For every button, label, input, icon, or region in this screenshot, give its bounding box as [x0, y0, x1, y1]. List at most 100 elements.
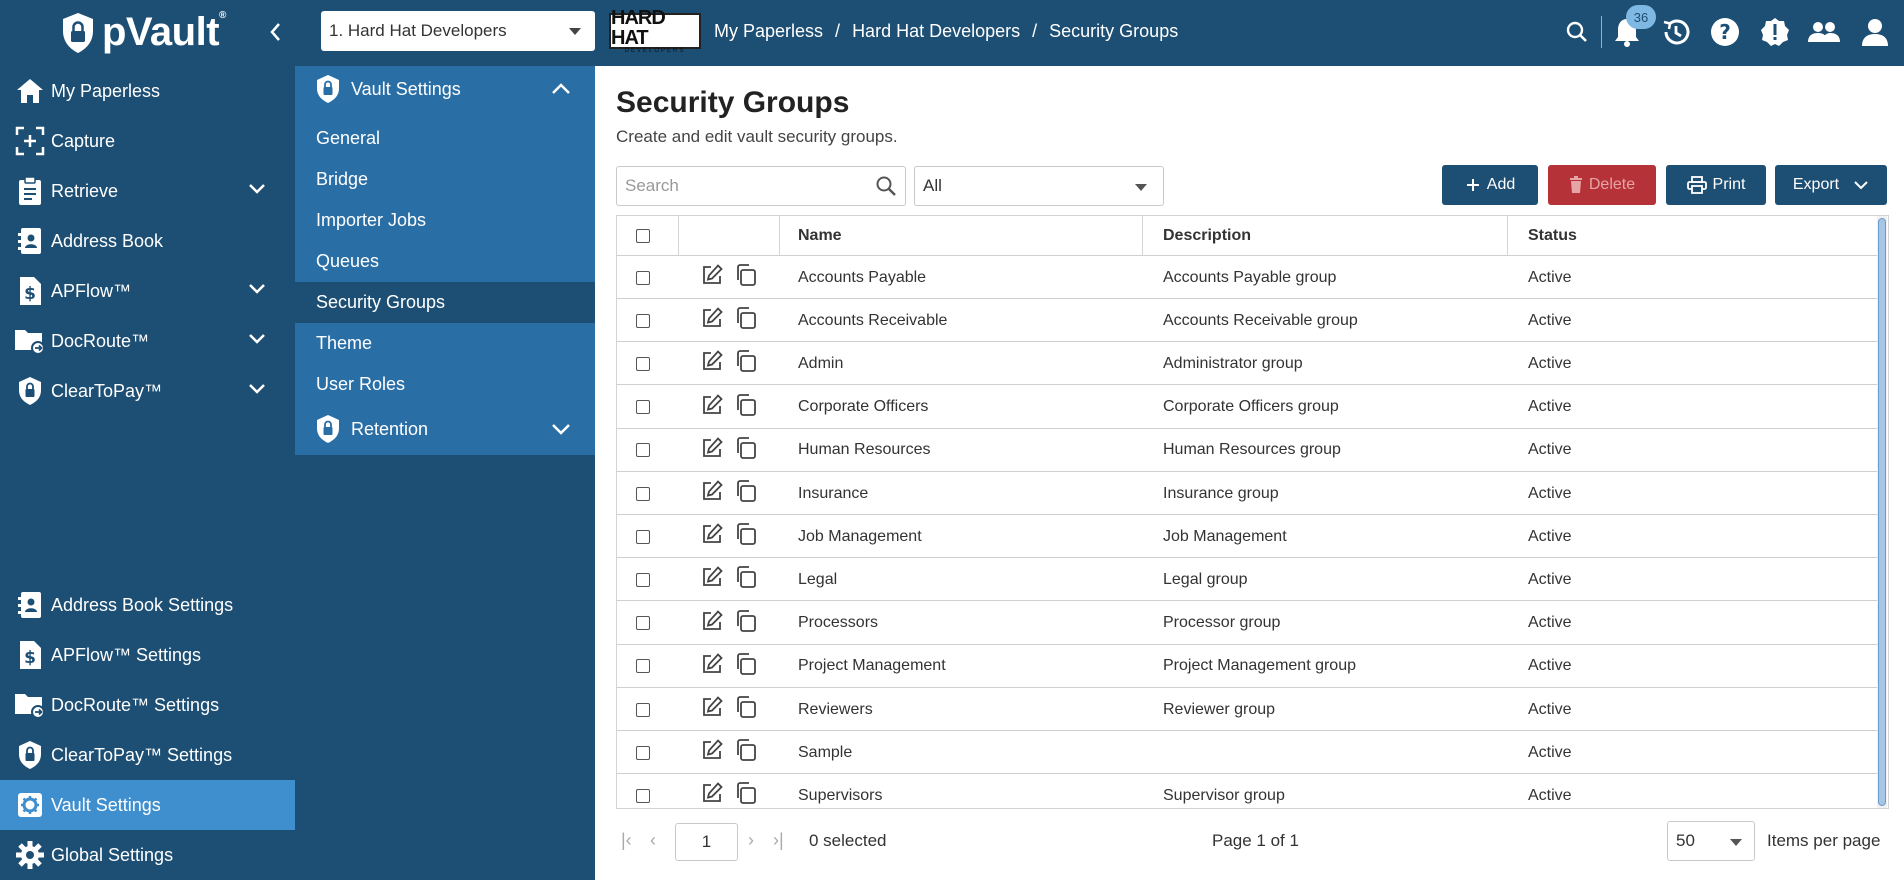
chevron-down-icon[interactable]: [551, 422, 571, 436]
sidebar-item-address-book-settings[interactable]: Address Book Settings: [0, 580, 295, 630]
history-button[interactable]: [1658, 14, 1694, 50]
subnav-item-user-roles[interactable]: User Roles: [295, 364, 595, 405]
subnav-item-general[interactable]: General: [295, 118, 595, 159]
table-row[interactable]: Supervisors Supervisor group Active: [617, 774, 1878, 808]
export-button[interactable]: Export: [1775, 165, 1887, 205]
edit-icon[interactable]: [700, 436, 724, 465]
first-page-icon[interactable]: |‹: [621, 830, 632, 851]
subnav-section-vault-settings[interactable]: Vault Settings: [295, 66, 595, 112]
chevron-up-icon[interactable]: [551, 82, 571, 96]
copy-icon[interactable]: [734, 393, 758, 422]
search-icon[interactable]: [875, 175, 897, 197]
collapse-sidebar-button[interactable]: [266, 20, 286, 44]
scrollbar-thumb[interactable]: [1878, 218, 1886, 806]
edit-icon[interactable]: [700, 479, 724, 508]
subnav-item-theme[interactable]: Theme: [295, 323, 595, 364]
users-button[interactable]: [1806, 14, 1842, 50]
table-row[interactable]: Insurance Insurance group Active: [617, 472, 1878, 515]
row-checkbox[interactable]: [636, 645, 650, 688]
row-checkbox[interactable]: [636, 602, 650, 645]
copy-icon[interactable]: [734, 652, 758, 681]
help-button[interactable]: ?: [1707, 14, 1743, 50]
vault-select[interactable]: 1. Hard Hat Developers: [321, 11, 595, 51]
row-checkbox[interactable]: [636, 342, 650, 385]
subnav-item-bridge[interactable]: Bridge: [295, 159, 595, 200]
column-header-status[interactable]: Status: [1528, 216, 1577, 256]
edit-icon[interactable]: [700, 652, 724, 681]
table-row[interactable]: Accounts Payable Accounts Payable group Ac…: [617, 256, 1878, 299]
edit-icon[interactable]: [700, 522, 724, 551]
chevron-down-icon[interactable]: [248, 333, 266, 345]
search-button[interactable]: [1559, 14, 1595, 50]
app-logo[interactable]: pVault®: [60, 10, 226, 55]
sidebar-item-global-settings[interactable]: Global Settings: [0, 830, 295, 880]
sidebar-item-apflow-settings[interactable]: $ APFlow™ Settings: [0, 630, 295, 680]
sidebar-item-docroute[interactable]: DocRoute™: [0, 316, 295, 366]
sidebar-item-capture[interactable]: Capture: [0, 116, 295, 166]
copy-icon[interactable]: [734, 436, 758, 465]
last-page-icon[interactable]: ›|: [773, 830, 784, 851]
table-scrollbar[interactable]: [1877, 216, 1887, 808]
subnav-item-importer-jobs[interactable]: Importer Jobs: [295, 200, 595, 241]
sidebar-item-cleartopay-settings[interactable]: ClearToPay™ Settings: [0, 730, 295, 780]
sidebar-item-vault-settings[interactable]: Vault Settings: [0, 780, 295, 830]
column-header-name[interactable]: Name: [798, 216, 842, 256]
table-row[interactable]: Legal Legal group Active: [617, 558, 1878, 602]
row-checkbox[interactable]: [636, 515, 650, 558]
column-header-description[interactable]: Description: [1163, 216, 1251, 256]
edit-icon[interactable]: [700, 393, 724, 422]
table-row[interactable]: Admin Administrator group Active: [617, 342, 1878, 386]
row-checkbox[interactable]: [636, 472, 650, 515]
sidebar-item-cleartopay[interactable]: ClearToPay™: [0, 366, 295, 416]
next-page-icon[interactable]: ›: [748, 830, 754, 851]
row-checkbox[interactable]: [636, 774, 650, 808]
edit-icon[interactable]: [700, 349, 724, 378]
table-row[interactable]: Sample Active: [617, 731, 1878, 775]
chevron-down-icon[interactable]: [248, 183, 266, 195]
alerts-button[interactable]: [1757, 14, 1793, 50]
table-row[interactable]: Corporate Officers Corporate Officers gro…: [617, 386, 1878, 429]
edit-icon[interactable]: [700, 781, 724, 808]
row-checkbox[interactable]: [636, 731, 650, 774]
sidebar-item-retrieve[interactable]: Retrieve: [0, 166, 295, 216]
copy-icon[interactable]: [734, 349, 758, 378]
previous-page-icon[interactable]: ‹: [650, 830, 656, 851]
page-size-select[interactable]: 50: [1667, 821, 1755, 861]
copy-icon[interactable]: [734, 695, 758, 724]
select-all-checkbox[interactable]: [636, 216, 650, 256]
copy-icon[interactable]: [734, 565, 758, 594]
sidebar-item-apflow[interactable]: $ APFlow™: [0, 266, 295, 316]
print-button[interactable]: Print: [1666, 165, 1766, 205]
copy-icon[interactable]: [734, 781, 758, 808]
breadcrumb-item[interactable]: My Paperless: [714, 21, 823, 42]
table-row[interactable]: Reviewers Reviewer group Active: [617, 688, 1878, 731]
sidebar-item-my-paperless[interactable]: My Paperless: [0, 66, 295, 116]
table-row[interactable]: Project Management Project Management gro…: [617, 645, 1878, 688]
subnav-item-security-groups[interactable]: Security Groups: [295, 282, 595, 323]
subnav-item-queues[interactable]: Queues: [295, 241, 595, 282]
copy-icon[interactable]: [734, 609, 758, 638]
add-button[interactable]: Add: [1442, 165, 1538, 205]
row-checkbox[interactable]: [636, 429, 650, 472]
table-row[interactable]: Job Management Job Management Active: [617, 515, 1878, 559]
search-input[interactable]: Search: [616, 166, 906, 206]
sidebar-item-docroute-settings[interactable]: DocRoute™ Settings: [0, 680, 295, 730]
copy-icon[interactable]: [734, 522, 758, 551]
copy-icon[interactable]: [734, 263, 758, 292]
sidebar-item-address-book[interactable]: Address Book: [0, 216, 295, 266]
profile-button[interactable]: [1857, 14, 1893, 50]
edit-icon[interactable]: [700, 306, 724, 335]
row-checkbox[interactable]: [636, 558, 650, 601]
chevron-down-icon[interactable]: [248, 283, 266, 295]
edit-icon[interactable]: [700, 565, 724, 594]
breadcrumb-item[interactable]: Hard Hat Developers: [852, 21, 1020, 42]
edit-icon[interactable]: [700, 738, 724, 767]
copy-icon[interactable]: [734, 306, 758, 335]
copy-icon[interactable]: [734, 479, 758, 508]
table-row[interactable]: Human Resources Human Resources group Acti…: [617, 429, 1878, 472]
page-number-input[interactable]: 1: [675, 823, 738, 861]
table-row[interactable]: Accounts Receivable Accounts Receivable g…: [617, 299, 1878, 343]
delete-button[interactable]: Delete: [1548, 165, 1656, 205]
subnav-section-retention[interactable]: Retention: [295, 406, 595, 452]
edit-icon[interactable]: [700, 263, 724, 292]
